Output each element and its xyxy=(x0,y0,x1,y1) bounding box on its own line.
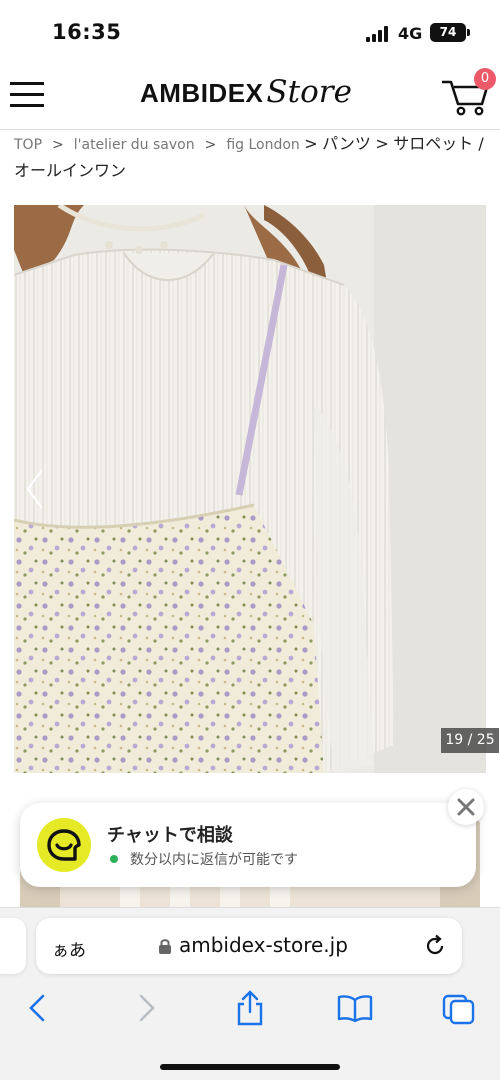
url-text[interactable]: ambidex-store.jp xyxy=(179,933,348,957)
gallery-prev-chevron-left-icon[interactable] xyxy=(24,468,46,510)
menu-icon[interactable] xyxy=(10,80,46,110)
logo-main-text: AMBIDEX xyxy=(140,78,264,108)
lock-icon xyxy=(158,937,172,955)
header-divider xyxy=(0,129,500,130)
product-photo xyxy=(14,205,486,773)
share-icon[interactable] xyxy=(230,988,270,1028)
breadcrumb-separator: > xyxy=(375,134,389,153)
breadcrumb-separator: > xyxy=(304,134,318,153)
site-logo[interactable]: AMBIDEXStore xyxy=(140,74,352,118)
network-type: 4G xyxy=(398,24,423,43)
product-image-gallery[interactable] xyxy=(14,205,486,773)
page-settings-button[interactable]: ぁあ xyxy=(52,936,86,961)
status-bar: 16:35 4G 74 xyxy=(0,0,500,66)
chat-close-icon[interactable] xyxy=(448,789,484,825)
breadcrumb-separator: > xyxy=(204,137,217,153)
cart-count-badge: 0 xyxy=(474,68,496,90)
breadcrumb-separator: > xyxy=(52,137,64,153)
breadcrumb-category[interactable]: パンツ xyxy=(322,134,371,153)
chat-bubble-icon xyxy=(37,818,91,872)
online-status-dot xyxy=(110,855,118,863)
logo-script-text: Store xyxy=(266,74,352,110)
breadcrumb-top[interactable]: TOP xyxy=(14,137,42,153)
status-time: 16:35 xyxy=(52,20,122,44)
breadcrumb: TOP > l'atelier du savon > fig London > パンツ … xyxy=(14,131,488,185)
chat-consult-widget[interactable]: チャットで相談 数分以内に返信が可能です xyxy=(20,803,476,887)
cellular-signal-icon xyxy=(366,26,390,42)
battery-icon: 74 xyxy=(430,23,470,42)
reload-icon[interactable] xyxy=(422,933,448,959)
tabs-icon[interactable] xyxy=(440,988,480,1028)
breadcrumb-brand[interactable]: fig London xyxy=(226,137,299,153)
chat-title: チャットで相談 xyxy=(107,825,233,846)
forward-icon[interactable] xyxy=(126,988,166,1028)
home-indicator xyxy=(160,1064,340,1070)
chat-subtitle: 数分以内に返信が可能です xyxy=(130,852,298,868)
breadcrumb-brand-group[interactable]: l'atelier du savon xyxy=(74,137,195,153)
previous-tab-preview[interactable] xyxy=(0,918,26,974)
back-icon[interactable] xyxy=(18,988,58,1028)
photo-counter: 19 / 25 xyxy=(441,728,499,753)
browser-toolbar xyxy=(0,988,500,1032)
site-header: AMBIDEXStore xyxy=(0,66,500,128)
bookmarks-icon[interactable] xyxy=(335,988,375,1028)
